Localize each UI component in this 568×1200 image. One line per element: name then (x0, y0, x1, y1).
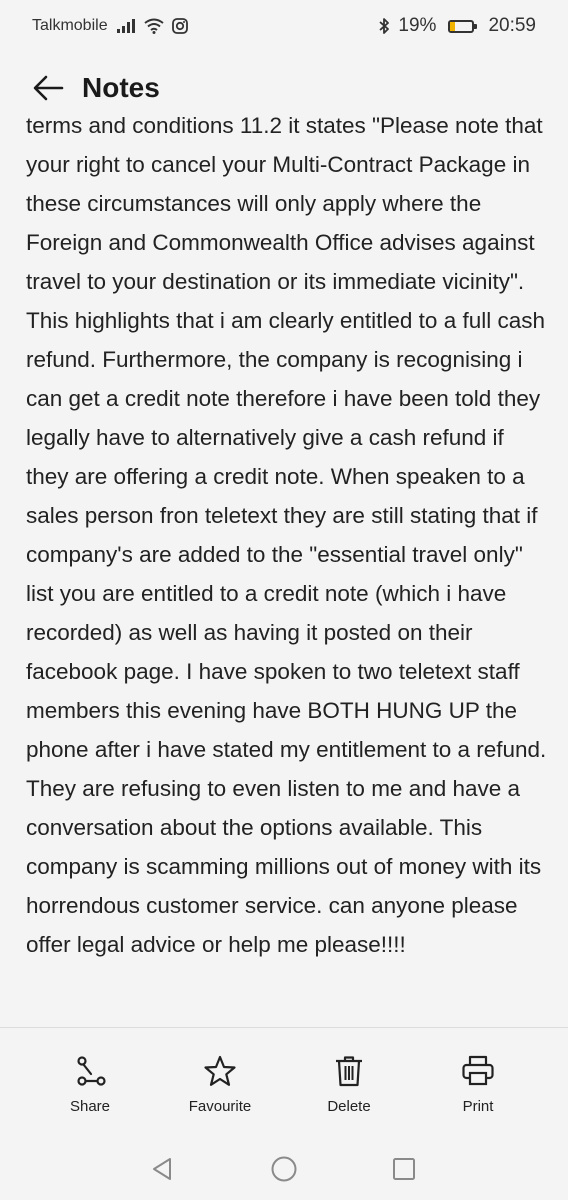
circle-home-icon (271, 1156, 297, 1182)
bluetooth-icon (378, 17, 390, 35)
arrow-left-icon (33, 75, 64, 101)
print-label: Print (462, 1098, 494, 1115)
toolbar-divider (0, 1027, 568, 1028)
trash-icon (336, 1056, 362, 1087)
note-content-area[interactable]: terms and conditions 11.2 it states "Ple… (0, 114, 568, 1028)
share-label: Share (69, 1098, 111, 1115)
instagram-icon (171, 18, 188, 34)
battery-level-fill (450, 21, 455, 31)
clock: 20:59 (488, 15, 536, 36)
status-bar: Talkmobile 19% 20:59 (0, 0, 568, 52)
favourite-label: Favourite (188, 1098, 252, 1115)
system-nav-bar (0, 1138, 568, 1200)
note-text[interactable]: terms and conditions 11.2 it states "Ple… (26, 114, 551, 964)
page-title: Notes (82, 72, 160, 103)
battery-icon (448, 19, 478, 33)
nav-recents-button[interactable] (389, 1154, 419, 1184)
carrier-name: Talkmobile (32, 17, 108, 34)
square-recents-icon (393, 1158, 415, 1180)
app-header: Notes (0, 58, 568, 118)
back-button[interactable] (28, 68, 68, 108)
delete-button[interactable]: Delete (284, 1054, 414, 1115)
status-right: 19% 20:59 (378, 15, 536, 37)
signal-icon (116, 18, 136, 34)
triangle-back-icon (153, 1158, 171, 1180)
nav-back-button[interactable] (147, 1154, 177, 1184)
printer-icon (462, 1055, 494, 1086)
share-button[interactable]: Share (25, 1054, 155, 1115)
wifi-icon (143, 18, 164, 34)
favourite-button[interactable]: Favourite (155, 1054, 285, 1115)
delete-label: Delete (327, 1098, 371, 1115)
bottom-toolbar: Share Favourite Delete Print (0, 1054, 568, 1134)
battery-percent: 19% (398, 15, 437, 36)
share-icon (77, 1056, 106, 1086)
nav-home-button[interactable] (269, 1154, 299, 1184)
print-button[interactable]: Print (413, 1054, 543, 1115)
status-left: Talkmobile (32, 17, 188, 35)
star-icon (204, 1055, 236, 1086)
